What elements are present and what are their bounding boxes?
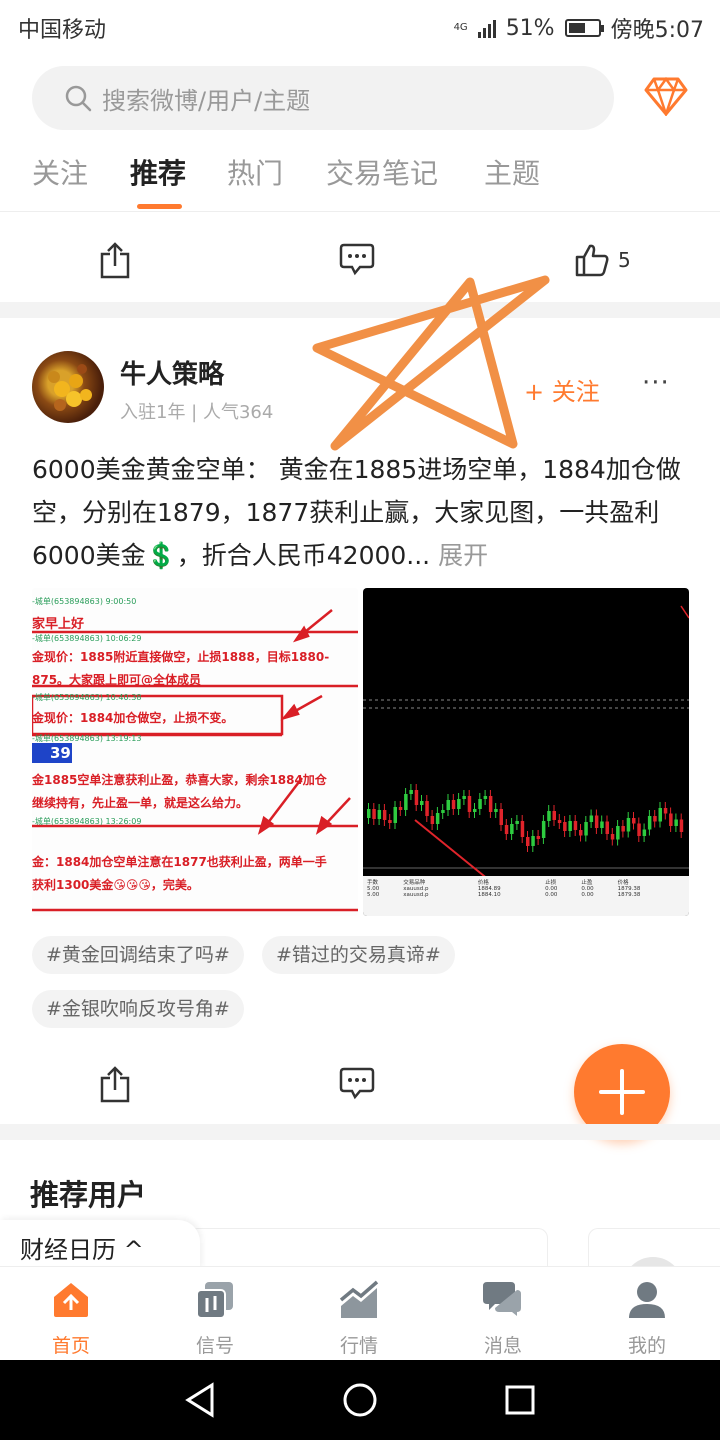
chat-time: -城单(653894863) 13:19:13	[32, 734, 142, 743]
nav-home[interactable]: 首页	[21, 1277, 121, 1358]
chat-time: -城单(653894863) 13:26:09	[32, 817, 142, 826]
nav-label: 首页	[51, 1335, 90, 1357]
chat-line: 金现价：1884加仓做空，止损不变。	[32, 711, 234, 725]
table-header: 止损	[545, 880, 557, 886]
post-body: 6000美金黄金空单： 黄金在1885进场空单，1884加仓做空，分别在1879…	[32, 455, 681, 570]
tab-topics[interactable]: 主题	[484, 152, 540, 192]
recommend-title: 推荐用户	[30, 1178, 147, 1212]
post-image-chart[interactable]: 手数 交易品种 价格 止损 止盈 价格 5.00 xauusd.p 1884.8…	[363, 588, 689, 916]
chat-line: 家早上好	[32, 617, 85, 632]
table-header: 价格	[477, 880, 489, 886]
active-tab-indicator	[137, 204, 182, 209]
signal-icon	[477, 18, 496, 38]
nav-label: 行情	[339, 1335, 378, 1357]
share-icon[interactable]	[98, 242, 132, 280]
chat-line: 继续持有，先止盈一单，就是这么给力。	[32, 796, 249, 810]
chat-time: -城单(653894863) 10:40:38	[32, 693, 142, 702]
market-icon	[339, 1280, 379, 1318]
more-options-button[interactable]: ···	[642, 368, 670, 398]
follow-button[interactable]: + 关注	[524, 372, 600, 407]
search-placeholder: 搜索微博/用户/主题	[102, 86, 311, 115]
profile-icon	[629, 1282, 665, 1318]
divider	[0, 211, 720, 212]
tab-recommend[interactable]: 推荐	[130, 152, 186, 192]
share-icon[interactable]	[98, 1066, 132, 1104]
chat-time: -城单(653894863) 9:00:50	[32, 597, 137, 606]
calendar-label: 财经日历 ^	[20, 1236, 144, 1264]
bottom-nav: 首页 信号 行情 消息 我的	[0, 1266, 720, 1360]
status-right: 4G 51% 傍晚5:07	[454, 12, 704, 44]
table-header: 交易品种	[403, 880, 426, 886]
message-icon	[483, 1282, 521, 1316]
chat-line: 金现价：1885附近直接做空，止损1888，目标1880-	[32, 650, 330, 664]
back-icon[interactable]	[184, 1382, 216, 1418]
nav-signal[interactable]: 信号	[165, 1277, 265, 1358]
table-header: 手数	[367, 880, 379, 886]
table-cell: 1879.38	[617, 892, 641, 898]
username[interactable]: 牛人策略	[120, 354, 224, 391]
like-icon[interactable]	[574, 242, 610, 278]
app-screen: 中国移动 4G 51% 傍晚5:07 搜索微博/用户/主题 关注 推荐 热门 交…	[0, 0, 720, 1440]
comment-icon[interactable]	[338, 1066, 376, 1102]
tab-follow[interactable]: 关注	[32, 152, 88, 192]
chat-time: -城单(653894863) 10:06:29	[32, 634, 142, 643]
calendar-toggle[interactable]: 财经日历 ^	[0, 1220, 200, 1272]
battery-icon	[564, 19, 604, 37]
tab-trade-notes[interactable]: 交易笔记	[326, 152, 438, 192]
avatar[interactable]	[32, 351, 104, 423]
chat-line: 金1885空单注意获利止盈，恭喜大家，剩余1884加仓	[32, 773, 327, 787]
search-icon	[65, 85, 92, 112]
home-icon	[54, 1283, 88, 1317]
recents-icon[interactable]	[504, 1384, 536, 1416]
search-input[interactable]: 搜索微博/用户/主题	[32, 66, 614, 130]
star-annotation-icon	[312, 275, 550, 451]
avatar-image	[48, 364, 92, 411]
topic-tag[interactable]: #错过的交易真谛#	[262, 936, 455, 974]
post-image-chat[interactable]: -城单(653894863) 9:00:50 家早上好 -城单(65389486…	[32, 588, 358, 916]
topic-tag[interactable]: #金银吹响反攻号角#	[32, 990, 244, 1028]
like-count: 5	[618, 248, 631, 272]
diamond-icon[interactable]	[644, 76, 688, 116]
table-cell: 5.00	[367, 892, 380, 898]
chat-line: 875。大家跟上即可@全体成员	[32, 673, 202, 687]
table-cell: 1884.10	[477, 892, 501, 898]
system-nav-bar	[0, 1360, 720, 1440]
nav-label: 信号	[195, 1335, 234, 1357]
nav-market[interactable]: 行情	[309, 1277, 409, 1358]
table-cell: 0.00	[545, 892, 558, 898]
nav-messages[interactable]: 消息	[453, 1277, 553, 1358]
section-gap	[0, 1124, 720, 1140]
chat-line: 获利1300美金😘😘😘，完美。	[32, 878, 199, 892]
tab-bar: 关注 推荐 热门 交易笔记 主题	[0, 146, 720, 210]
post-text[interactable]: 6000美金黄金空单： 黄金在1885进场空单，1884加仓做空，分别在1879…	[32, 448, 692, 577]
nav-label: 消息	[483, 1335, 522, 1357]
nav-label: 我的	[627, 1335, 666, 1357]
signal-icon	[196, 1282, 233, 1319]
tab-hot[interactable]: 热门	[227, 152, 283, 192]
chat-line: 39	[50, 744, 71, 762]
status-bar: 中国移动 4G 51% 傍晚5:07	[0, 0, 720, 50]
table-header: 止盈	[581, 880, 593, 886]
expand-link[interactable]: 展开	[438, 541, 488, 570]
home-circle-icon[interactable]	[342, 1382, 378, 1418]
nav-profile[interactable]: 我的	[597, 1277, 697, 1358]
chat-line: 金：1884加仓空单注意在1877也获利止盈，两单一手	[32, 855, 327, 869]
clock: 傍晚5:07	[610, 18, 704, 43]
topic-tag[interactable]: #黄金回调结束了吗#	[32, 936, 244, 974]
battery-percent: 51%	[505, 15, 555, 41]
order-table: 手数 交易品种 价格 止损 止盈 价格 5.00 xauusd.p 1884.8…	[367, 878, 685, 898]
table-cell: xauusd.p	[403, 892, 429, 898]
candlestick-chart	[363, 605, 689, 916]
table-cell: 0.00	[581, 892, 594, 898]
carrier-label: 中国移动	[18, 18, 107, 43]
user-meta: 入驻1年 | 人气364	[120, 402, 274, 423]
table-header: 价格	[617, 880, 629, 886]
network-label: 4G	[453, 22, 468, 33]
